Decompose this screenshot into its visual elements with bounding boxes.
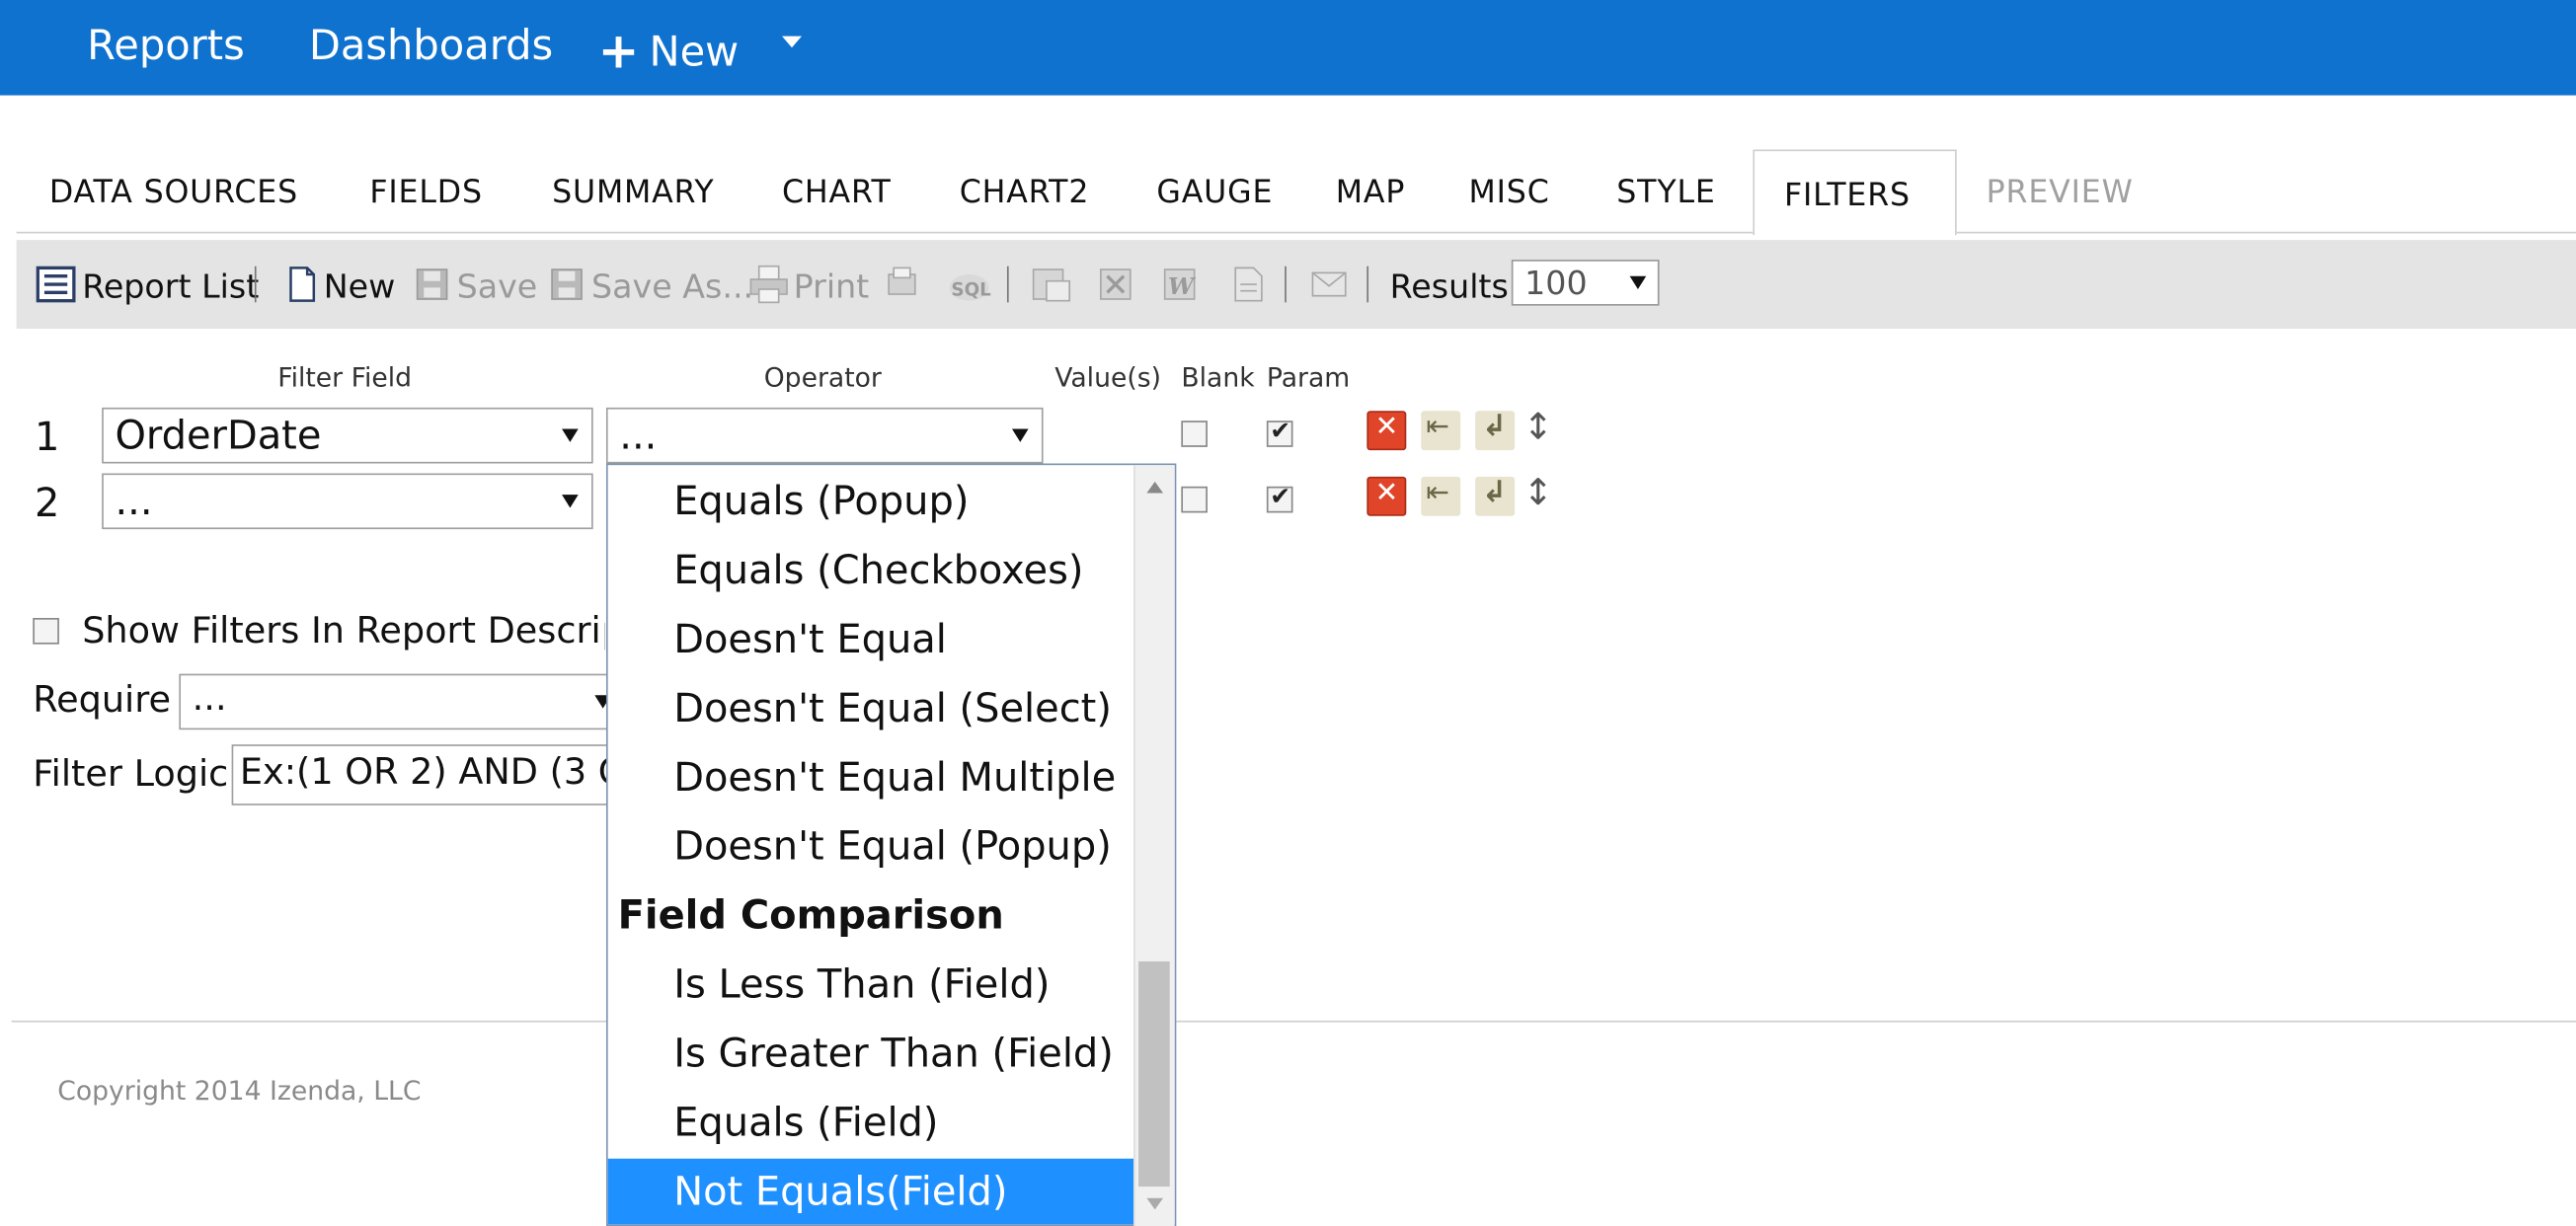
tab-map[interactable]: MAP [1336,174,1405,210]
tab-chart[interactable]: CHART [782,174,892,210]
nav-new-button[interactable]: + New [597,22,740,81]
param-header: Param [1266,361,1351,393]
outdent-icon[interactable] [1421,476,1461,516]
chevron-down-icon [1011,428,1029,442]
filter-field-value: ... [115,478,153,525]
results-label: Results [1389,266,1509,306]
operator-option[interactable]: Doesn't Equal (Select) [608,675,1133,741]
remove-filter-icon[interactable] [1366,411,1407,451]
save-button[interactable]: Save [457,267,538,306]
save-as-icon [551,268,583,300]
chevron-down-icon [1629,275,1647,290]
chevron-down-icon [562,495,579,508]
tab-preview[interactable]: PREVIEW [1987,174,2134,210]
operator-dropdown-list[interactable]: Equals (Popup) Equals (Checkboxes) Doesn… [605,463,1177,1226]
require-label: Require [33,680,171,722]
chevron-down-icon [562,428,579,442]
tab-style[interactable]: STYLE [1616,174,1715,210]
operator-header: Operator [763,361,882,393]
values-header: Value(s) [1054,361,1161,393]
outdent-icon[interactable] [1421,411,1461,451]
row-number: 1 [34,414,60,461]
html-export-icon[interactable] [884,265,920,304]
print-button[interactable]: Print [794,267,870,306]
plus-icon: + [597,23,640,81]
dropdown-scrollbar-thumb[interactable] [1138,960,1170,1188]
tab-gauge[interactable]: GAUGE [1156,174,1273,210]
move-handle-icon[interactable] [1518,408,1557,450]
operator-option[interactable]: Equals (Checkboxes) [608,537,1133,603]
toolbar-separator [1366,266,1369,303]
nav-reports-link[interactable]: Reports [87,22,245,69]
filter-field-value: OrderDate [115,412,322,459]
toolbar [16,240,2576,329]
operator-option[interactable]: Doesn't Equal (Popup) [608,813,1133,880]
scroll-up-arrow-icon[interactable] [1146,481,1164,494]
save-icon [416,268,448,300]
footer-divider [11,1020,2576,1023]
csv-export-icon[interactable] [1030,265,1072,304]
nav-dashboards-link[interactable]: Dashboards [309,22,553,69]
tab-divider [16,231,2576,234]
sql-icon[interactable]: SQL [948,265,990,304]
toolbar-separator [1006,266,1009,303]
operator-option[interactable]: Equals (Field) [608,1090,1133,1156]
operator-value: ... [619,412,658,459]
results-select[interactable]: 100 [1511,260,1660,306]
results-value: 100 [1524,263,1588,303]
filter-field-select-1[interactable]: OrderDate [102,407,593,464]
blank-checkbox-1[interactable] [1181,421,1208,447]
tab-filters[interactable]: FILTERS [1784,178,1911,214]
nav-new-dropdown-icon[interactable] [782,36,802,48]
save-as-button[interactable]: Save As... [591,267,753,306]
blank-checkbox-2[interactable] [1181,486,1208,513]
show-filters-checkbox[interactable] [33,618,59,645]
svg-text:W: W [1168,273,1197,300]
new-document-icon [289,267,316,302]
filter-field-header: Filter Field [277,361,413,393]
move-handle-icon[interactable] [1518,473,1557,516]
svg-text:SQL: SQL [951,280,990,301]
nav-new-label: New [649,28,740,76]
blank-header: Blank [1181,361,1255,393]
filter-field-select-2[interactable]: ... [102,473,593,530]
word-export-icon[interactable]: W [1161,265,1198,304]
indent-icon[interactable] [1475,410,1516,451]
tab-misc[interactable]: MISC [1469,174,1550,210]
param-checkbox-1[interactable] [1266,416,1293,447]
toolbar-separator [1285,266,1287,303]
remove-filter-icon[interactable] [1366,476,1407,516]
email-icon[interactable] [1309,265,1349,304]
require-value: ... [192,678,227,721]
print-icon [749,265,788,304]
require-select[interactable]: ... [179,673,656,730]
filter-logic-label: Filter Logic [33,754,229,796]
operator-select-1[interactable]: ... [605,407,1044,464]
row-number: 2 [34,480,60,526]
filter-logic-placeholder: Ex:(1 OR 2) AND (3 OR 4) [239,752,656,795]
tab-data-sources[interactable]: DATA SOURCES [49,174,298,210]
operator-group-header: Field Comparison [617,892,1004,939]
tab-fields[interactable]: FIELDS [369,174,483,210]
scroll-down-arrow-icon[interactable] [1146,1197,1164,1210]
param-checkbox-2[interactable] [1266,482,1293,513]
excel-export-icon[interactable] [1097,265,1133,304]
new-button[interactable]: New [324,267,396,306]
operator-option[interactable]: Is Less Than (Field) [608,952,1133,1018]
show-filters-label: Show Filters In Report Description [82,611,604,652]
operator-option[interactable]: Equals (Popup) [608,468,1133,534]
toolbar-separator [254,266,257,303]
tab-chart2[interactable]: CHART2 [960,174,1090,210]
operator-option[interactable]: Doesn't Equal [608,606,1133,672]
indent-icon[interactable] [1475,475,1516,516]
document-export-icon[interactable] [1232,265,1265,304]
report-list-button[interactable]: Report List [82,267,259,306]
copyright-text: Copyright 2014 Izenda, LLC [57,1074,422,1107]
operator-option[interactable]: Is Greater Than (Field) [608,1021,1133,1087]
operator-option-selected[interactable]: Not Equals(Field) [607,1158,1134,1225]
tab-summary[interactable]: SUMMARY [552,174,714,210]
operator-option[interactable]: Doesn't Equal Multiple [608,744,1133,810]
filter-logic-input[interactable]: Ex:(1 OR 2) AND (3 OR 4) [231,744,656,805]
report-list-icon [36,266,76,303]
